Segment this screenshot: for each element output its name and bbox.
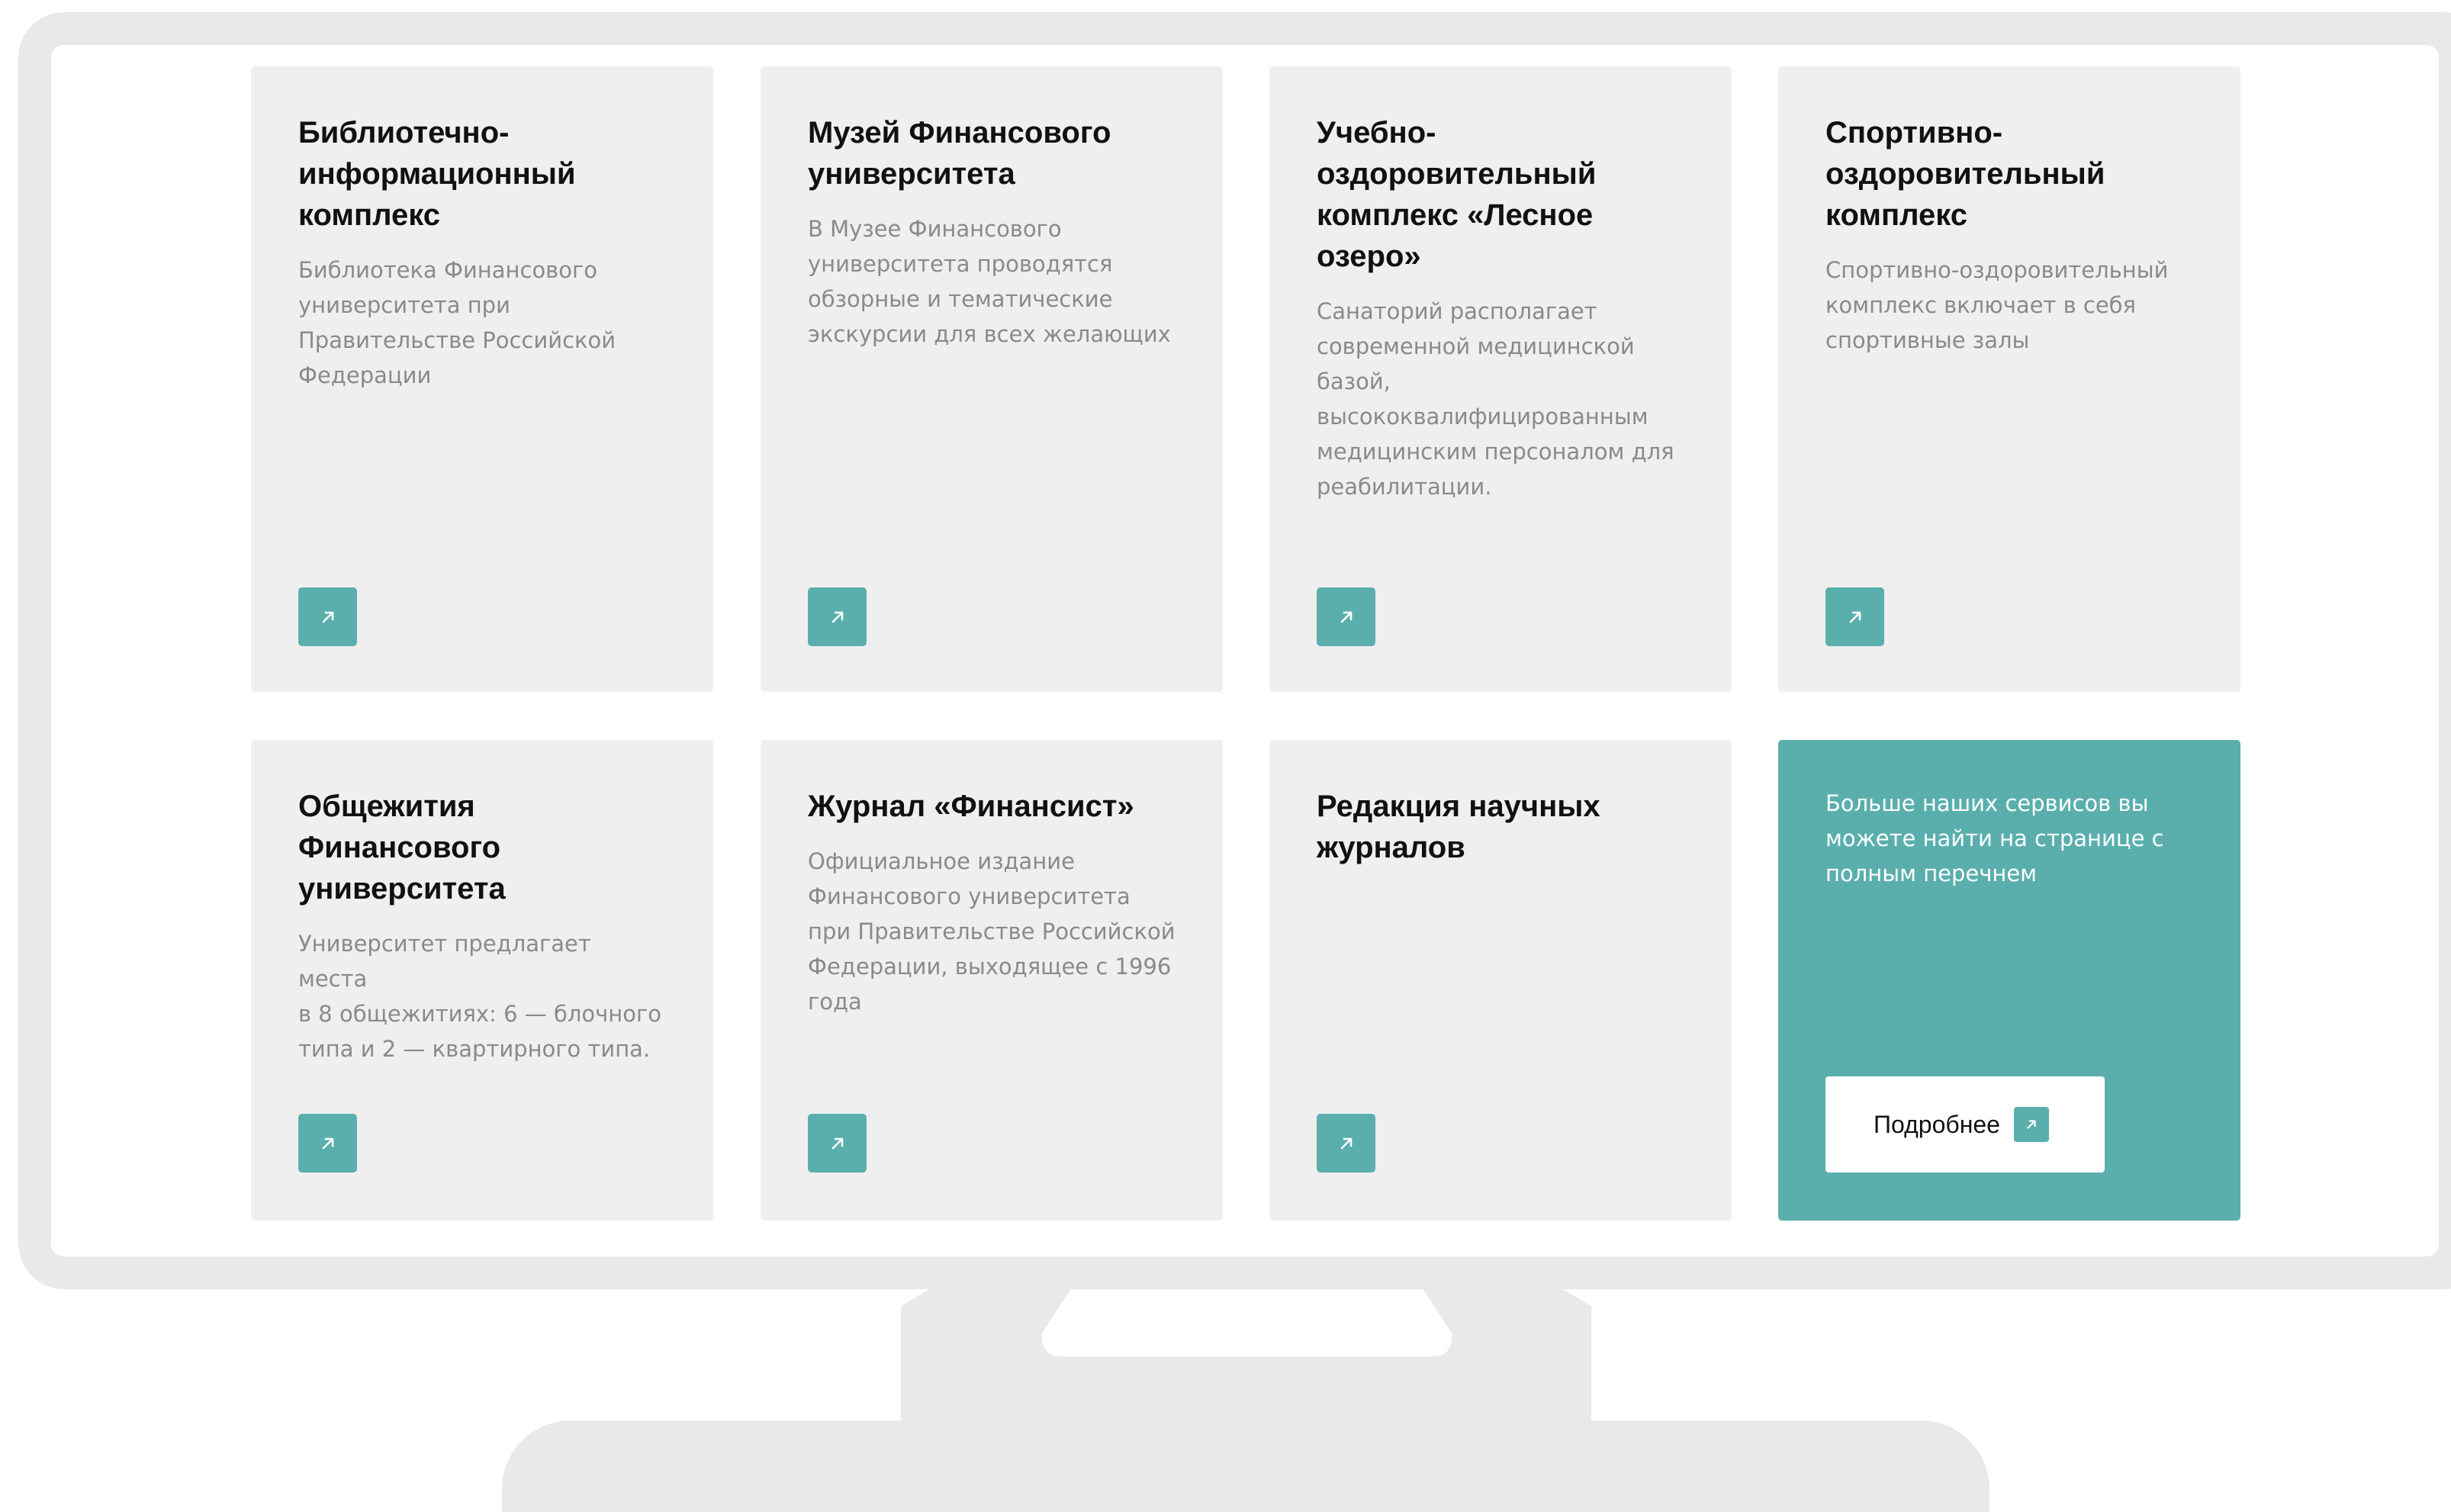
card-title: Общежития Финансового университета xyxy=(298,790,506,906)
card-title: Журнал «Финансист» xyxy=(808,790,1134,823)
card-description: Библиотека Финансового университета при … xyxy=(298,257,616,388)
service-card-journals-editorial: Редакция научных журналов xyxy=(1269,740,1732,1221)
more-details-label: Подробнее xyxy=(1874,1110,2000,1138)
card-description: Университет предлагает места в 8 общежит… xyxy=(298,931,661,1062)
open-museum-button[interactable] xyxy=(808,587,867,646)
service-card-library: Библиотечно- информационный комплекс Биб… xyxy=(251,66,713,692)
more-services-text: Больше наших сервисов вы можете найти на… xyxy=(1825,790,2164,886)
arrow-up-right-icon xyxy=(1340,611,1352,622)
service-card-dormitories: Общежития Финансового университета Униве… xyxy=(251,740,713,1221)
monitor-screen: Библиотечно- информационный комплекс Биб… xyxy=(51,45,2439,1256)
open-library-button[interactable] xyxy=(298,587,357,646)
monitor-notch xyxy=(1042,1289,1452,1356)
arrow-up-right-icon xyxy=(831,611,843,622)
card-description: Спортивно-оздоровительный комплекс включ… xyxy=(1825,257,2169,353)
card-description: Официальное издание Финансового универси… xyxy=(808,848,1176,1015)
card-description: В Музее Финансового университета проводя… xyxy=(808,216,1171,347)
service-card-museum: Музей Финансового университета В Музее Ф… xyxy=(761,66,1223,692)
open-finansist-journal-button[interactable] xyxy=(808,1114,867,1173)
service-card-sports-complex: Спортивно- оздоровительный комплекс Спор… xyxy=(1778,66,2240,692)
card-title: Редакция научных журналов xyxy=(1317,790,1600,864)
arrow-up-right-icon xyxy=(2013,1107,2049,1142)
card-description: Санаторий располагает современной медици… xyxy=(1317,298,1674,500)
open-journals-editorial-button[interactable] xyxy=(1317,1114,1375,1173)
card-title: Спортивно- оздоровительный комплекс xyxy=(1825,116,2105,232)
more-details-button[interactable]: Подробнее xyxy=(1825,1076,2105,1173)
arrow-up-right-icon xyxy=(1849,611,1861,622)
card-title: Учебно- оздоровительный комплекс «Лесное… xyxy=(1317,116,1597,273)
open-dormitories-button[interactable] xyxy=(298,1114,357,1173)
open-sports-complex-button[interactable] xyxy=(1825,587,1884,646)
arrow-up-right-icon xyxy=(322,1137,333,1149)
monitor-base xyxy=(502,1420,1989,1512)
arrow-up-right-icon xyxy=(831,1137,843,1149)
service-card-finansist-journal: Журнал «Финансист» Официальное издание Ф… xyxy=(761,740,1223,1221)
service-card-lesnoe-ozero: Учебно- оздоровительный комплекс «Лесное… xyxy=(1269,66,1732,692)
arrow-up-right-icon xyxy=(322,611,333,622)
more-services-card: Больше наших сервисов вы можете найти на… xyxy=(1778,740,2240,1221)
card-title: Библиотечно- информационный комплекс xyxy=(298,116,576,232)
arrow-up-right-icon xyxy=(1340,1137,1352,1149)
open-lesnoe-ozero-button[interactable] xyxy=(1317,587,1375,646)
card-title: Музей Финансового университета xyxy=(808,116,1111,191)
